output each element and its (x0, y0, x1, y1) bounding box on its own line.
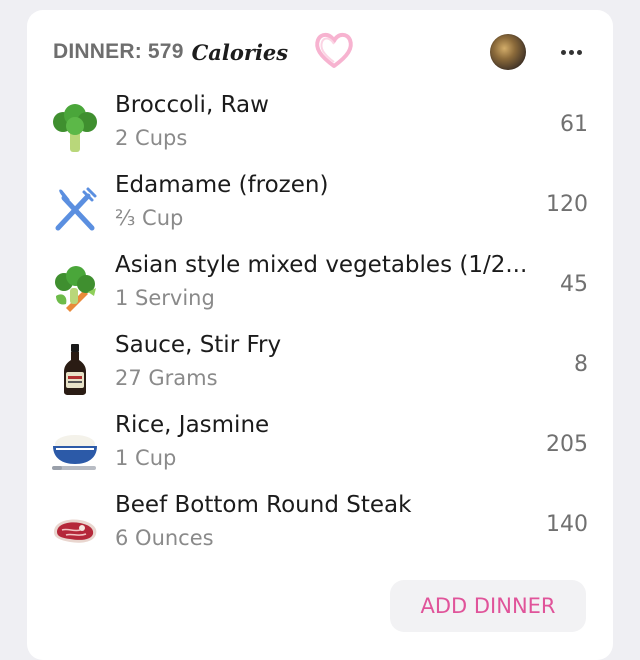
food-item[interactable]: Sauce, Stir Fry 27 Grams 8 (40, 332, 600, 408)
food-quantity: 27 Grams (115, 366, 218, 390)
steak-icon (54, 519, 97, 543)
dot-icon (560, 49, 566, 55)
dot-icon (568, 49, 574, 55)
heart-icon (315, 32, 353, 68)
sauce-bottle-icon (64, 344, 86, 395)
food-quantity: 1 Cup (115, 446, 177, 470)
food-name: Sauce, Stir Fry (115, 332, 282, 358)
food-quantity: 6 Ounces (115, 526, 214, 550)
food-item[interactable]: Asian style mixed vegetables (1/2... 1 S… (40, 252, 600, 328)
broccoli-icon (53, 104, 97, 152)
food-calories: 205 (546, 432, 588, 457)
food-item[interactable]: Rice, Jasmine 1 Cup 205 (40, 412, 600, 488)
food-quantity: 2 Cups (115, 126, 188, 150)
avatar[interactable] (490, 34, 526, 70)
food-calories: 61 (560, 112, 588, 137)
food-item[interactable]: Edamame (frozen) ⅔ Cup 120 (40, 172, 600, 248)
food-quantity: ⅔ Cup (115, 206, 184, 230)
meal-calorie-label: DINNER: 579 (53, 40, 184, 63)
food-name: Edamame (frozen) (115, 172, 329, 198)
fork-knife-icon (55, 187, 97, 231)
food-name: Rice, Jasmine (115, 412, 270, 438)
mixed-vegetables-icon (55, 266, 96, 312)
add-dinner-button[interactable]: ADD DINNER (390, 580, 586, 632)
food-name: Asian style mixed vegetables (1/2... (115, 252, 528, 278)
food-name: Broccoli, Raw (115, 92, 269, 118)
food-quantity: 1 Serving (115, 286, 215, 310)
food-item[interactable]: Beef Bottom Round Steak 6 Ounces 140 (40, 492, 600, 568)
dot-icon (576, 49, 582, 55)
food-name: Beef Bottom Round Steak (115, 492, 412, 518)
food-item[interactable]: Broccoli, Raw 2 Cups 61 (40, 92, 600, 168)
rice-bowl-icon (52, 435, 97, 470)
food-calories: 140 (546, 512, 588, 537)
food-calories: 120 (546, 192, 588, 217)
food-calories: 8 (574, 352, 588, 377)
food-calories: 45 (560, 272, 588, 297)
calories-script-label: Calories (191, 39, 289, 65)
more-options-button[interactable] (553, 36, 589, 68)
